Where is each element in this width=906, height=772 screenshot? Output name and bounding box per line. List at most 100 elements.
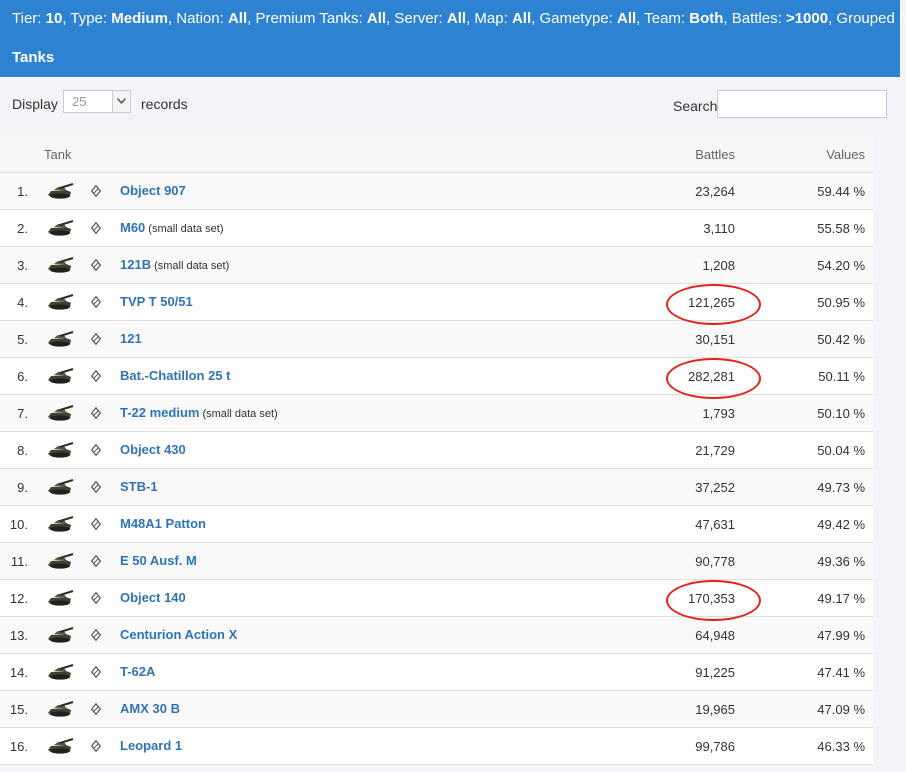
tank-name-link[interactable]: Object 140	[120, 590, 186, 605]
value-cell: 49.17 %	[817, 591, 865, 606]
tank-name-cell: Object 907	[120, 183, 186, 198]
table-row: 12. Object 140 170,353 49.17 %	[0, 580, 873, 617]
tank-name-link[interactable]: AMX 30 B	[120, 701, 180, 716]
tank-name-cell: E 50 Ausf. M	[120, 553, 197, 568]
row-rank: 5.	[17, 332, 28, 347]
tank-name-link[interactable]: TVP T 50/51	[120, 294, 193, 309]
tank-name-link[interactable]: Centurion Action X	[120, 627, 237, 642]
tank-name-link[interactable]: M60	[120, 220, 145, 235]
tank-name-link[interactable]: Leopard 1	[120, 738, 182, 753]
filter-value: Medium	[111, 10, 168, 27]
table-row: 9. STB-1 37,252 49.73 %	[0, 469, 873, 506]
filter-label: , Server:	[386, 10, 447, 27]
table-header: Tank Battles Values	[0, 136, 873, 173]
tank-name-link[interactable]: Bat.-Chatillon 25 t	[120, 368, 231, 383]
filter-value: All	[446, 10, 467, 27]
value-cell: 50.10 %	[817, 406, 865, 421]
row-rank: 4.	[17, 295, 28, 310]
filter-value: All	[366, 10, 387, 27]
battles-cell: 170,353	[688, 591, 735, 606]
tanks-table: Tank Battles Values 1. Object 907 23,264 59…	[0, 136, 873, 765]
value-cell: 54.20 %	[817, 258, 865, 273]
search-label: Search:	[673, 98, 722, 114]
table-row: 4. TVP T 50/51 121,265 50.95 %	[0, 284, 873, 321]
tank-name-cell: T-62A	[120, 664, 155, 679]
table-row: 6. Bat.-Chatillon 25 t 282,281 50.11 %	[0, 358, 873, 395]
tank-name-link[interactable]: 121	[120, 331, 142, 346]
column-header-tank[interactable]: Tank	[44, 147, 71, 162]
filter-label: , Nation:	[167, 10, 228, 27]
table-row: 1. Object 907 23,264 59.44 %	[0, 173, 873, 210]
battles-cell: 21,729	[695, 443, 735, 458]
tank-name-cell: 121	[120, 331, 142, 346]
value-cell: 49.73 %	[817, 480, 865, 495]
tank-name-link[interactable]: 121B	[120, 257, 151, 272]
battles-cell: 64,948	[695, 628, 735, 643]
filter-label: , Team:	[636, 10, 690, 27]
table-row: 2. M60 (small data set) 3,110 55.58 %	[0, 210, 873, 247]
battles-cell: 19,965	[695, 702, 735, 717]
row-rank: 7.	[17, 406, 28, 421]
tank-icon	[46, 256, 74, 274]
battles-cell: 282,281	[688, 369, 735, 384]
value-cell: 49.42 %	[817, 517, 865, 532]
tank-icon	[46, 293, 74, 311]
nation-flag-icon	[90, 443, 102, 457]
search-input[interactable]	[717, 90, 887, 118]
value-cell: 47.09 %	[817, 702, 865, 717]
tank-icon	[46, 737, 74, 755]
row-rank: 8.	[17, 443, 28, 458]
tank-name-cell: Leopard 1	[120, 738, 182, 753]
filter-label: , Battles:	[723, 10, 786, 27]
battles-cell: 99,786	[695, 739, 735, 754]
chevron-down-icon	[112, 91, 130, 112]
battles-cell: 3,110	[703, 221, 735, 236]
battles-cell: 30,151	[695, 332, 735, 347]
records-per-page-value: 25	[72, 94, 87, 109]
table-row: 16. Leopard 1 99,786 46.33 %	[0, 728, 873, 765]
row-rank: 13.	[9, 628, 28, 643]
value-cell: 47.99 %	[817, 628, 865, 643]
value-cell: 59.44 %	[817, 184, 865, 199]
nation-flag-icon	[90, 517, 102, 531]
tank-name-link[interactable]: Object 430	[120, 442, 186, 457]
value-cell: 50.95 %	[817, 295, 865, 310]
nation-flag-icon	[90, 221, 102, 235]
tank-name-cell: T-22 medium (small data set)	[120, 405, 278, 420]
tank-name-link[interactable]: T-22 medium	[120, 405, 199, 420]
table-row: 8. Object 430 21,729 50.04 %	[0, 432, 873, 469]
filter-value: All	[511, 10, 532, 27]
nation-flag-icon	[90, 591, 102, 605]
tank-name-cell: Bat.-Chatillon 25 t	[120, 368, 231, 383]
nation-flag-icon	[90, 258, 102, 272]
nation-flag-icon	[90, 665, 102, 679]
column-header-battles[interactable]: Battles	[695, 147, 735, 162]
value-cell: 47.41 %	[817, 665, 865, 680]
tank-name-link[interactable]: E 50 Ausf. M	[120, 553, 197, 568]
filter-header: Tier: 10, Type: Medium, Nation: All, Pre…	[0, 0, 906, 77]
tank-name-cell: M48A1 Patton	[120, 516, 206, 531]
nation-flag-icon	[90, 406, 102, 420]
nation-flag-icon	[90, 739, 102, 753]
battles-cell: 1,208	[702, 258, 735, 273]
tank-icon	[46, 404, 74, 422]
records-label: records	[141, 96, 188, 112]
value-cell: 50.11 %	[818, 369, 865, 384]
tank-icon	[46, 700, 74, 718]
filter-value: 10	[45, 10, 63, 27]
table-row: 15. AMX 30 B 19,965 47.09 %	[0, 691, 873, 728]
records-per-page-select[interactable]: 25	[63, 90, 131, 113]
filter-summary: Tier: 10, Type: Medium, Nation: All, Pre…	[12, 10, 906, 27]
filter-value: All	[616, 10, 637, 27]
tank-icon	[46, 589, 74, 607]
column-header-values[interactable]: Values	[826, 147, 865, 162]
tank-name-link[interactable]: STB-1	[120, 479, 158, 494]
table-row: 7. T-22 medium (small data set) 1,793 50.10 …	[0, 395, 873, 432]
nation-flag-icon	[90, 369, 102, 383]
tank-name-link[interactable]: Object 907	[120, 183, 186, 198]
tank-name-link[interactable]: T-62A	[120, 664, 155, 679]
filter-label: Tier:	[12, 10, 46, 27]
tank-name-link[interactable]: M48A1 Patton	[120, 516, 206, 531]
filter-label: , Grouped by:	[828, 10, 906, 27]
tank-name-cell: 121B (small data set)	[120, 257, 229, 272]
